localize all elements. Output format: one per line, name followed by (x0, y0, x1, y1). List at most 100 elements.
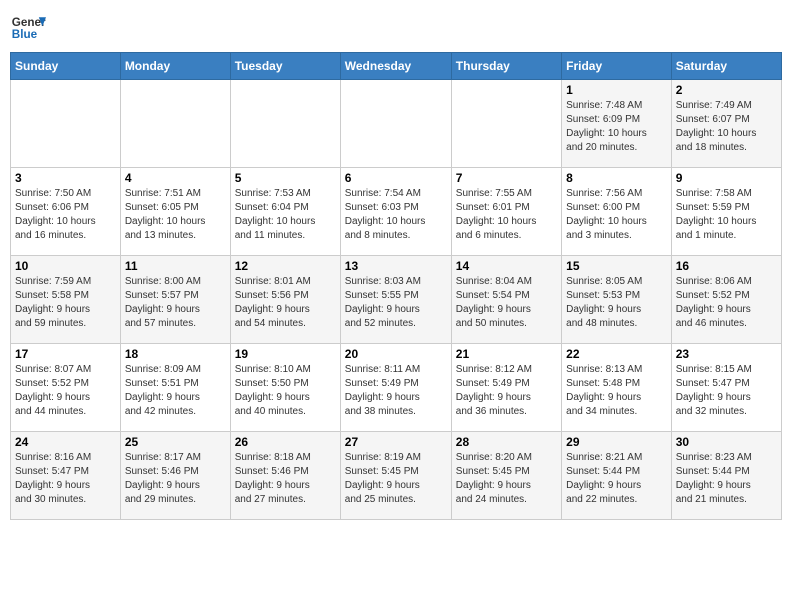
calendar-cell: 22 Sunrise: 8:13 AM Sunset: 5:48 PM Dayli… (562, 344, 672, 432)
day-info: Sunrise: 7:51 AM Sunset: 6:05 PM Dayligh… (125, 187, 226, 243)
calendar-cell: 27 Sunrise: 8:19 AM Sunset: 5:45 PM Dayli… (340, 432, 451, 520)
calendar-cell: 18 Sunrise: 8:09 AM Sunset: 5:51 PM Dayli… (120, 344, 230, 432)
day-info: Sunrise: 8:19 AM Sunset: 5:45 PM Dayligh… (345, 451, 447, 507)
day-info: Sunrise: 8:15 AM Sunset: 5:47 PM Dayligh… (676, 363, 777, 419)
day-info: Sunrise: 7:48 AM Sunset: 6:09 PM Dayligh… (566, 99, 667, 155)
day-number: 3 (15, 171, 116, 185)
day-number: 11 (125, 259, 226, 273)
calendar-cell: 24 Sunrise: 8:16 AM Sunset: 5:47 PM Dayli… (11, 432, 121, 520)
calendar-cell: 4 Sunrise: 7:51 AM Sunset: 6:05 PM Daylig… (120, 168, 230, 256)
day-number: 9 (676, 171, 777, 185)
calendar-week-row: 17 Sunrise: 8:07 AM Sunset: 5:52 PM Dayli… (11, 344, 782, 432)
day-number: 22 (566, 347, 667, 361)
day-info: Sunrise: 7:54 AM Sunset: 6:03 PM Dayligh… (345, 187, 447, 243)
page-header: General Blue (10, 10, 782, 46)
calendar-cell: 2 Sunrise: 7:49 AM Sunset: 6:07 PM Daylig… (671, 80, 781, 168)
day-number: 1 (566, 83, 667, 97)
day-number: 30 (676, 435, 777, 449)
day-info: Sunrise: 8:11 AM Sunset: 5:49 PM Dayligh… (345, 363, 447, 419)
day-info: Sunrise: 8:23 AM Sunset: 5:44 PM Dayligh… (676, 451, 777, 507)
calendar-cell (230, 80, 340, 168)
day-number: 27 (345, 435, 447, 449)
day-info: Sunrise: 8:00 AM Sunset: 5:57 PM Dayligh… (125, 275, 226, 331)
day-info: Sunrise: 8:09 AM Sunset: 5:51 PM Dayligh… (125, 363, 226, 419)
day-number: 6 (345, 171, 447, 185)
day-info: Sunrise: 7:50 AM Sunset: 6:06 PM Dayligh… (15, 187, 116, 243)
calendar-cell: 1 Sunrise: 7:48 AM Sunset: 6:09 PM Daylig… (562, 80, 672, 168)
day-number: 8 (566, 171, 667, 185)
calendar-cell: 14Sunrise: 8:04 AM Sunset: 5:54 PM Dayli… (451, 256, 561, 344)
day-info: Sunrise: 7:55 AM Sunset: 6:01 PM Dayligh… (456, 187, 557, 243)
calendar-cell: 11 Sunrise: 8:00 AM Sunset: 5:57 PM Dayli… (120, 256, 230, 344)
day-info: Sunrise: 7:56 AM Sunset: 6:00 PM Dayligh… (566, 187, 667, 243)
day-number: 13 (345, 259, 447, 273)
day-number: 10 (15, 259, 116, 273)
day-info: Sunrise: 7:53 AM Sunset: 6:04 PM Dayligh… (235, 187, 336, 243)
day-number: 28 (456, 435, 557, 449)
col-header-friday: Friday (562, 53, 672, 80)
day-number: 23 (676, 347, 777, 361)
col-header-thursday: Thursday (451, 53, 561, 80)
logo-icon: General Blue (10, 10, 46, 46)
day-info: Sunrise: 7:58 AM Sunset: 5:59 PM Dayligh… (676, 187, 777, 243)
calendar-cell: 21 Sunrise: 8:12 AM Sunset: 5:49 PM Dayli… (451, 344, 561, 432)
calendar-cell: 20 Sunrise: 8:11 AM Sunset: 5:49 PM Dayli… (340, 344, 451, 432)
calendar-cell: 13 Sunrise: 8:03 AM Sunset: 5:55 PM Dayli… (340, 256, 451, 344)
day-info: Sunrise: 7:49 AM Sunset: 6:07 PM Dayligh… (676, 99, 777, 155)
day-number: 26 (235, 435, 336, 449)
day-number: 25 (125, 435, 226, 449)
day-info: Sunrise: 8:13 AM Sunset: 5:48 PM Dayligh… (566, 363, 667, 419)
day-info: Sunrise: 8:01 AM Sunset: 5:56 PM Dayligh… (235, 275, 336, 331)
col-header-sunday: Sunday (11, 53, 121, 80)
day-info: Sunrise: 8:10 AM Sunset: 5:50 PM Dayligh… (235, 363, 336, 419)
col-header-tuesday: Tuesday (230, 53, 340, 80)
day-number: 29 (566, 435, 667, 449)
day-number: 2 (676, 83, 777, 97)
day-number: 7 (456, 171, 557, 185)
col-header-monday: Monday (120, 53, 230, 80)
col-header-wednesday: Wednesday (340, 53, 451, 80)
day-info: Sunrise: 8:16 AM Sunset: 5:47 PM Dayligh… (15, 451, 116, 507)
logo: General Blue (10, 10, 46, 46)
day-info: Sunrise: 8:20 AM Sunset: 5:45 PM Dayligh… (456, 451, 557, 507)
calendar-cell: 16 Sunrise: 8:06 AM Sunset: 5:52 PM Dayli… (671, 256, 781, 344)
calendar-cell: 9 Sunrise: 7:58 AM Sunset: 5:59 PM Daylig… (671, 168, 781, 256)
day-number: 12 (235, 259, 336, 273)
day-info: Sunrise: 8:05 AM Sunset: 5:53 PM Dayligh… (566, 275, 667, 331)
day-number: 24 (15, 435, 116, 449)
day-info: Sunrise: 8:03 AM Sunset: 5:55 PM Dayligh… (345, 275, 447, 331)
calendar-cell (340, 80, 451, 168)
day-info: Sunrise: 8:12 AM Sunset: 5:49 PM Dayligh… (456, 363, 557, 419)
calendar-week-row: 10 Sunrise: 7:59 AM Sunset: 5:58 PM Dayli… (11, 256, 782, 344)
calendar-cell: 8 Sunrise: 7:56 AM Sunset: 6:00 PM Daylig… (562, 168, 672, 256)
calendar-week-row: 1 Sunrise: 7:48 AM Sunset: 6:09 PM Daylig… (11, 80, 782, 168)
day-number: 16 (676, 259, 777, 273)
day-number: 21 (456, 347, 557, 361)
day-number: 19 (235, 347, 336, 361)
calendar-cell: 3 Sunrise: 7:50 AM Sunset: 6:06 PM Daylig… (11, 168, 121, 256)
day-number: 18 (125, 347, 226, 361)
calendar-cell: 25 Sunrise: 8:17 AM Sunset: 5:46 PM Dayli… (120, 432, 230, 520)
day-info: Sunrise: 8:07 AM Sunset: 5:52 PM Dayligh… (15, 363, 116, 419)
day-number: 17 (15, 347, 116, 361)
day-info: Sunrise: 7:59 AM Sunset: 5:58 PM Dayligh… (15, 275, 116, 331)
calendar-cell (451, 80, 561, 168)
calendar-cell: 7 Sunrise: 7:55 AM Sunset: 6:01 PM Daylig… (451, 168, 561, 256)
day-number: 4 (125, 171, 226, 185)
calendar-header-row: SundayMondayTuesdayWednesdayThursdayFrid… (11, 53, 782, 80)
calendar-cell: 26Sunrise: 8:18 AM Sunset: 5:46 PM Dayli… (230, 432, 340, 520)
svg-text:Blue: Blue (12, 28, 38, 41)
day-info: Sunrise: 8:17 AM Sunset: 5:46 PM Dayligh… (125, 451, 226, 507)
calendar-cell: 30 Sunrise: 8:23 AM Sunset: 5:44 PM Dayli… (671, 432, 781, 520)
calendar-cell: 6 Sunrise: 7:54 AM Sunset: 6:03 PM Daylig… (340, 168, 451, 256)
calendar-cell (11, 80, 121, 168)
calendar-cell: 12 Sunrise: 8:01 AM Sunset: 5:56 PM Dayli… (230, 256, 340, 344)
calendar-week-row: 24 Sunrise: 8:16 AM Sunset: 5:47 PM Dayli… (11, 432, 782, 520)
day-number: 5 (235, 171, 336, 185)
calendar-cell (120, 80, 230, 168)
day-number: 20 (345, 347, 447, 361)
day-info: Sunrise: 8:06 AM Sunset: 5:52 PM Dayligh… (676, 275, 777, 331)
calendar-cell: 19 Sunrise: 8:10 AM Sunset: 5:50 PM Dayli… (230, 344, 340, 432)
day-number: 14 (456, 259, 557, 273)
calendar-cell: 5 Sunrise: 7:53 AM Sunset: 6:04 PM Daylig… (230, 168, 340, 256)
